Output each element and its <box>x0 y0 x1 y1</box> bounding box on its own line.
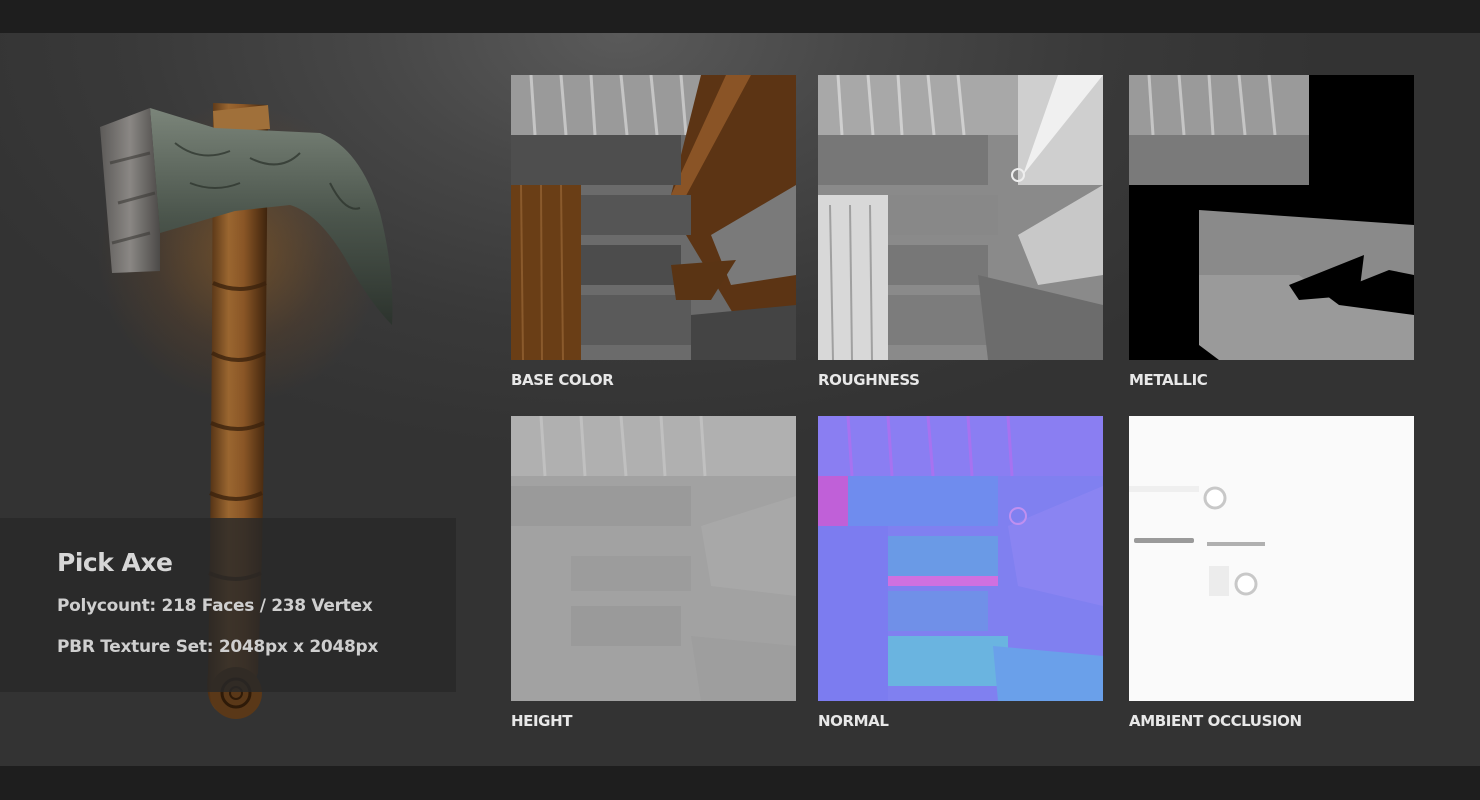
base-color-map <box>511 75 796 360</box>
polycount-text: Polycount: 218 Faces / 238 Vertex <box>57 596 373 616</box>
showcase-stage: Pick Axe Polycount: 218 Faces / 238 Vert… <box>0 33 1480 766</box>
height-label: HEIGHT <box>511 712 573 730</box>
ambient-occlusion-map <box>1129 416 1414 701</box>
normal-label: NORMAL <box>818 712 889 730</box>
normal-map <box>818 416 1103 701</box>
texture-set-text: PBR Texture Set: 2048px x 2048px <box>57 637 379 657</box>
roughness-label: ROUGHNESS <box>818 371 920 389</box>
metallic-map <box>1129 75 1414 360</box>
metallic-label: METALLIC <box>1129 371 1208 389</box>
base-color-label: BASE COLOR <box>511 371 614 389</box>
page-frame: Pick Axe Polycount: 218 Faces / 238 Vert… <box>0 0 1480 800</box>
ambient-occlusion-label: AMBIENT OCCLUSION <box>1129 712 1302 730</box>
roughness-map <box>818 75 1103 360</box>
model-title: Pick Axe <box>57 548 173 577</box>
height-map <box>511 416 796 701</box>
model-info-panel: Pick Axe Polycount: 218 Faces / 238 Vert… <box>0 518 456 692</box>
